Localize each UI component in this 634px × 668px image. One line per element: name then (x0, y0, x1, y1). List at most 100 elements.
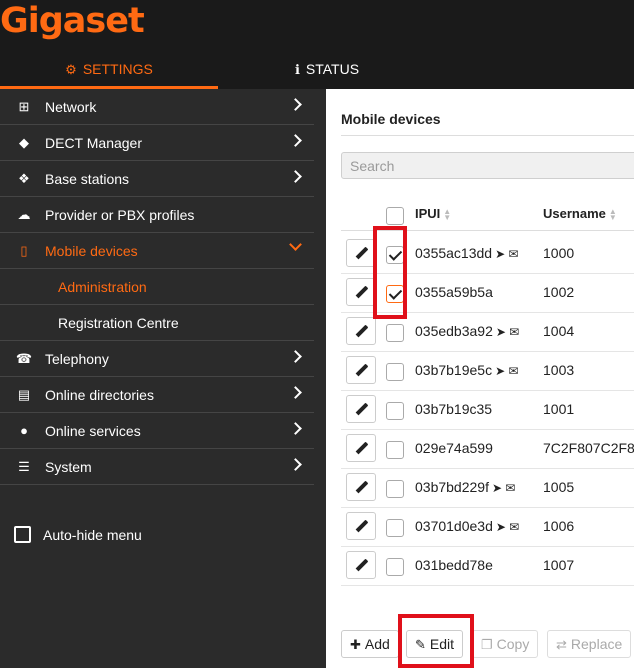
gears-icon: ⚙ (65, 62, 77, 77)
globe-icon: ● (20, 423, 28, 438)
sidebar-item-label: DECT Manager (45, 135, 143, 151)
row-checkbox[interactable] (386, 402, 404, 420)
edit-row-button[interactable] (346, 239, 376, 267)
edit-row-button[interactable] (346, 278, 376, 306)
sidebar-item-system[interactable]: ☰ System (0, 449, 314, 485)
edit-row-button[interactable] (346, 551, 376, 579)
sidebar-item-dect-manager[interactable]: ◆ DECT Manager (0, 125, 314, 161)
column-header-username[interactable]: Username ▲ ▼ (543, 206, 617, 221)
chevron-right-icon (289, 134, 302, 147)
pencil-icon (355, 324, 369, 338)
main-panel: Mobile devices IPUI▲▼ Username▲▼ 0355ac1… (326, 89, 634, 668)
copy-icon: ❐ (481, 637, 493, 652)
book-icon: ▤ (17, 387, 31, 402)
username-cell: 1005 (543, 479, 575, 495)
chevron-down-icon (289, 238, 302, 251)
plus-icon: ✚ (350, 637, 361, 652)
pencil-icon (355, 246, 369, 260)
sidebar-item-telephony[interactable]: ☎ Telephony (0, 341, 314, 377)
sidebar-item-label: Network (45, 99, 97, 115)
replace-button[interactable]: ⇄ Replace (547, 630, 632, 658)
edit-row-button[interactable] (346, 473, 376, 501)
select-all-checkbox[interactable] (386, 207, 404, 225)
sidebar-item-online-services[interactable]: ● Online services (0, 413, 314, 449)
cubes-icon: ❖ (18, 171, 30, 186)
sidebar-item-provider-profiles[interactable]: ☁ Provider or PBX profiles (0, 197, 314, 233)
chevron-right-icon (289, 386, 302, 399)
top-bar: Gigaset ⚙ SETTINGS ℹ STATUS (0, 0, 634, 89)
sidebar-item-label: Online services (45, 423, 141, 439)
location-mail-icons: ➤ ✉ (495, 247, 519, 261)
sidebar-item-label: Telephony (45, 351, 109, 367)
table-row[interactable]: 03b7b19c35 1001 (341, 391, 634, 430)
edit-row-button[interactable] (346, 512, 376, 540)
sliders-icon: ☰ (18, 459, 30, 474)
sidebar-item-label: Provider or PBX profiles (45, 207, 195, 223)
table-row[interactable]: 03b7b19e5c ➤ ✉ 1003 (341, 352, 634, 391)
sidebar-subitem-administration[interactable]: Administration (0, 269, 314, 305)
network-icon: ⊞ (18, 99, 30, 114)
phone-icon: ☎ (15, 351, 33, 366)
sidebar-subitem-registration-centre[interactable]: Registration Centre (0, 305, 314, 341)
ipui-cell: 03b7b19e5c ➤ ✉ (415, 352, 519, 390)
table-row[interactable]: 03701d0e3d ➤ ✉ 1006 (341, 508, 634, 547)
row-checkbox[interactable] (386, 324, 404, 342)
edit-row-button[interactable] (346, 395, 376, 423)
username-cell: 1000 (543, 245, 575, 261)
sidebar-item-label: Mobile devices (45, 243, 138, 259)
column-header-ipui[interactable]: IPUI ▲ ▼ (415, 206, 451, 221)
sidebar: ⊞ Network ◆ DECT Manager ❖ Base stations… (0, 89, 326, 668)
row-checkbox[interactable] (386, 363, 404, 381)
edit-row-button[interactable] (346, 356, 376, 384)
row-checkbox[interactable] (386, 480, 404, 498)
add-button[interactable]: ✚ Add (341, 630, 399, 658)
username-cell: 1003 (543, 362, 575, 378)
tab-status[interactable]: ℹ STATUS (218, 50, 436, 89)
info-icon: ℹ (294, 62, 300, 77)
username-cell: 1001 (543, 401, 575, 417)
ipui-cell: 0355ac13dd ➤ ✉ (415, 235, 519, 273)
ipui-cell: 035edb3a92 ➤ ✉ (415, 313, 519, 351)
username-cell: 1007 (543, 557, 575, 573)
ipui-cell: 03b7b19c35 (415, 391, 495, 429)
username-cell: 1006 (543, 518, 575, 534)
edit-row-button[interactable] (346, 434, 376, 462)
table-row[interactable]: 03b7bd229f ➤ ✉ 1005 (341, 469, 634, 508)
chevron-right-icon (289, 422, 302, 435)
ipui-value: 03b7bd229f (415, 479, 489, 495)
pencil-icon (355, 519, 369, 533)
auto-hide-checkbox[interactable] (14, 526, 31, 543)
row-checkbox[interactable] (386, 441, 404, 459)
chevron-right-icon (289, 170, 302, 183)
table-row[interactable]: 029e74a599 7C2F807C2F807 (341, 430, 634, 469)
ipui-value: 03b7b19e5c (415, 362, 493, 378)
ipui-cell: 029e74a599 (415, 430, 496, 468)
copy-button[interactable]: ❐ Copy (472, 630, 539, 658)
row-checkbox[interactable] (386, 558, 404, 576)
sidebar-item-mobile-devices[interactable]: ▯ Mobile devices (0, 233, 314, 269)
chevron-right-icon (289, 98, 302, 111)
edit-row-button[interactable] (346, 317, 376, 345)
row-checkbox[interactable] (386, 519, 404, 537)
sidebar-item-online-directories[interactable]: ▤ Online directories (0, 377, 314, 413)
search-input[interactable] (341, 152, 634, 179)
ipui-value: 0355ac13dd (415, 245, 493, 261)
sidebar-item-label: System (45, 459, 92, 475)
username-cell: 7C2F807C2F807 (543, 440, 634, 456)
tab-status-label: STATUS (305, 61, 360, 77)
column-header-ipui-label: IPUI (415, 206, 441, 221)
gigaset-logo[interactable]: Gigaset (0, 0, 145, 44)
tab-settings[interactable]: ⚙ SETTINGS (0, 50, 218, 89)
table-row[interactable]: 031bedd78e 1007 (341, 547, 634, 586)
pencil-icon (355, 480, 369, 494)
ipui-cell: 031bedd78e (415, 547, 496, 585)
location-mail-icons: ➤ ✉ (495, 364, 519, 378)
mobile-icon: ▯ (20, 243, 28, 258)
edit-highlight-box (398, 614, 474, 668)
page-title: Mobile devices (341, 111, 441, 127)
ipui-value: 029e74a599 (415, 440, 493, 456)
sidebar-item-network[interactable]: ⊞ Network (0, 89, 314, 125)
sidebar-item-base-stations[interactable]: ❖ Base stations (0, 161, 314, 197)
sidebar-item-label: Base stations (45, 171, 130, 187)
location-mail-icons: ➤ ✉ (495, 325, 520, 339)
